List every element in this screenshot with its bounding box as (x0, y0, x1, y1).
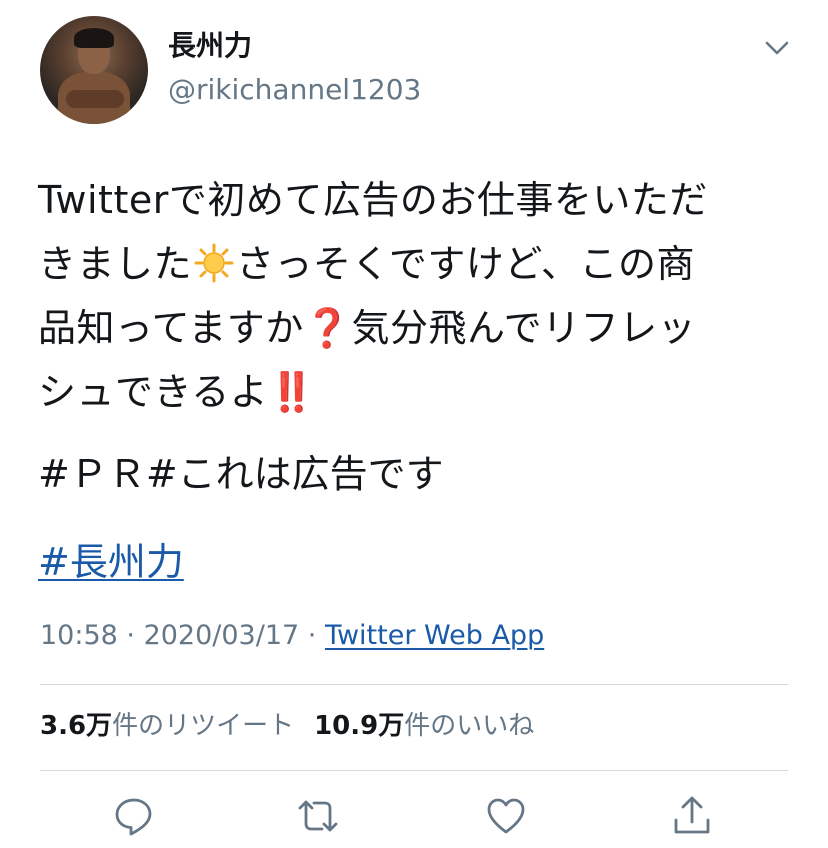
chevron-down-icon[interactable] (762, 36, 792, 60)
like-button[interactable] (484, 794, 528, 838)
meta-separator: · (117, 620, 144, 651)
divider (40, 684, 788, 685)
tweet-meta: 10:58 · 2020/03/17 · Twitter Web App (40, 618, 544, 654)
tweet-line-4-a: シュできるよ (38, 370, 269, 414)
sun-emoji-icon (194, 238, 234, 283)
avatar-arms (66, 90, 124, 108)
reply-icon (115, 798, 152, 836)
share-button[interactable] (670, 794, 714, 838)
likes-count: 10.9万 (314, 711, 405, 741)
display-name[interactable]: 長州力 (168, 28, 252, 64)
retweets-count: 3.6万 (40, 711, 113, 741)
tweet-time: 10:58 (40, 620, 118, 651)
likes-label: 件のいいね (404, 711, 535, 741)
tweet-detail: 長州力 @rikichannel1203 Twitterで初めて広告のお仕事をい… (0, 0, 828, 848)
tweet-line-1: Twitterで初めて広告のお仕事をいただ (38, 178, 708, 222)
tweet-line-3-a: 品知ってますか (38, 306, 304, 350)
tweet-line-2-b: さっそくですけど、この商 (236, 242, 695, 286)
tweet-hashtags-text: #ＰＲ#これは広告です (38, 452, 444, 496)
avatar[interactable] (40, 16, 148, 124)
retweets-label: 件のリツイート (112, 711, 295, 741)
avatar-hair (74, 28, 114, 48)
retweet-button[interactable] (296, 794, 340, 838)
meta-separator: · (299, 620, 325, 651)
tweet-line-3-b: 気分飛んでリフレッ (351, 306, 697, 350)
hashtag-link[interactable]: #長州力 (38, 536, 184, 588)
tweet-line-2: きました さっそくですけど、この商 (38, 232, 790, 296)
tweet-line-2-a: きました (38, 242, 193, 286)
heart-icon (487, 798, 525, 834)
likes-stat[interactable]: 10.9万件のいいね (314, 711, 534, 741)
tweet-date: 2020/03/17 (143, 620, 300, 651)
reply-button[interactable] (112, 794, 156, 838)
divider (40, 770, 788, 771)
retweets-stat[interactable]: 3.6万件のリツイート (40, 711, 294, 741)
share-icon (674, 796, 710, 834)
tweet-line-3: 品知ってますか❓気分飛んでリフレッ (38, 296, 790, 360)
tweet-text: Twitterで初めて広告のお仕事をいただ きました さっそくですけど、この商 … (38, 168, 790, 424)
user-handle[interactable]: @rikichannel1203 (168, 72, 421, 108)
retweet-icon (298, 800, 338, 832)
double-exclamation-emoji-icon: ‼️ (268, 370, 315, 414)
tweet-source-link[interactable]: Twitter Web App (325, 620, 544, 651)
tweet-line-4: シュできるよ‼️ (38, 360, 790, 424)
question-emoji-icon: ❓ (303, 306, 352, 350)
tweet-stats: 3.6万件のリツイート 10.9万件のいいね (40, 708, 534, 744)
